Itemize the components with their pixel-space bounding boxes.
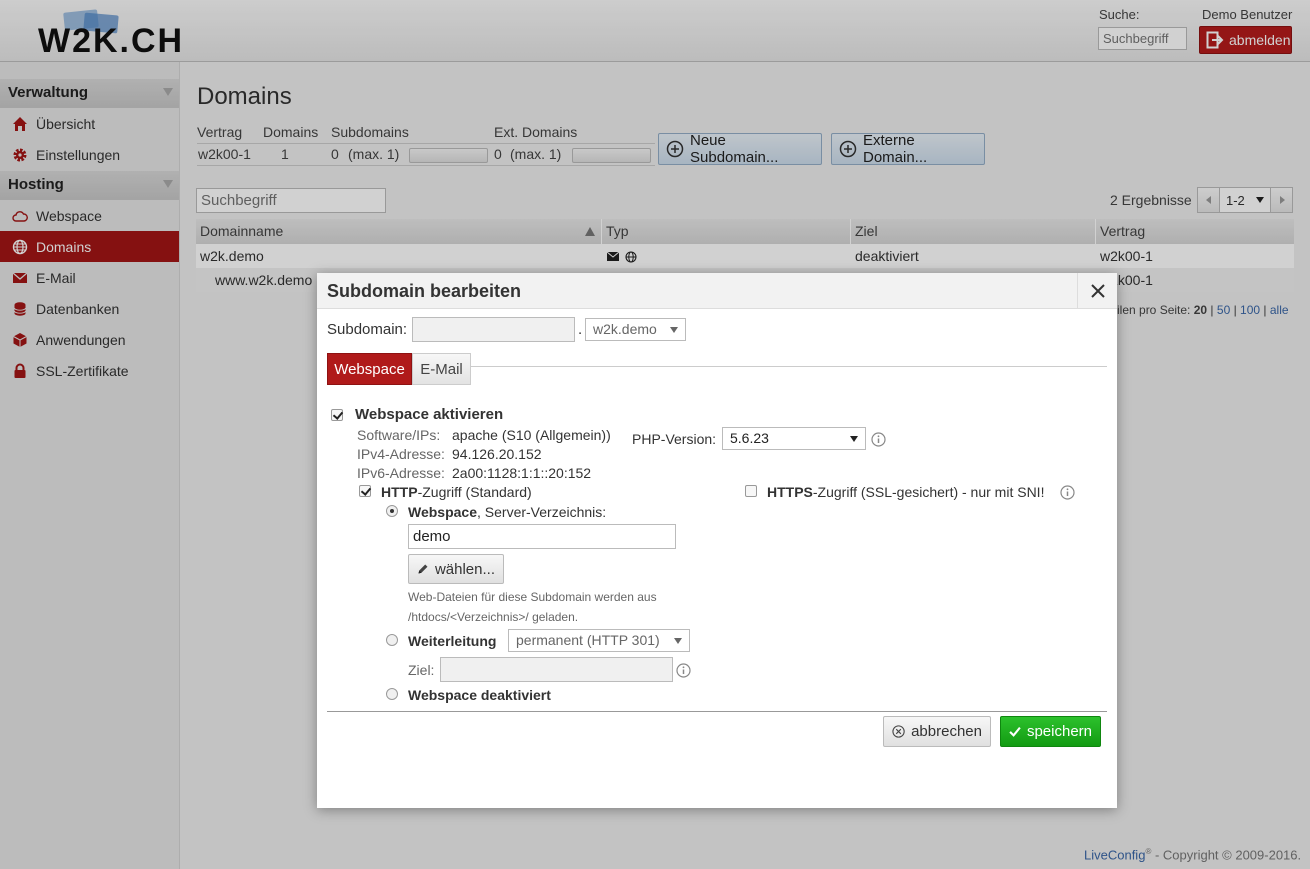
save-button[interactable]: speichern xyxy=(1000,716,1101,747)
target-input[interactable] xyxy=(440,657,673,682)
directory-input[interactable] xyxy=(408,524,676,549)
subdomain-dialog: Subdomain bearbeiten Subdomain: . w2k.de… xyxy=(317,273,1117,808)
ipv4-value: 94.126.20.152 xyxy=(452,446,542,462)
target-label: Ziel: xyxy=(408,662,435,678)
tab-label: E-Mail xyxy=(420,360,463,378)
php-version-value: 5.6.23 xyxy=(730,430,769,446)
webspace-deactivated-radio[interactable] xyxy=(386,688,398,700)
https-access-checkbox[interactable] xyxy=(745,485,757,497)
cancel-circle-icon xyxy=(892,725,905,738)
ipv4-label: IPv4-Adresse: xyxy=(357,446,445,462)
chevron-down-icon xyxy=(674,638,682,644)
http-label-rest: -Zugriff (Standard) xyxy=(417,484,532,500)
software-label: Software/IPs: xyxy=(357,427,441,443)
redirect-type-value: permanent (HTTP 301) xyxy=(516,632,660,648)
https-label-bold: HTTPS xyxy=(767,484,813,500)
webspace-enable-checkbox[interactable] xyxy=(331,409,343,421)
pencil-icon xyxy=(418,564,428,574)
php-version-label: PHP-Version: xyxy=(632,431,717,447)
php-version-select[interactable]: 5.6.23 xyxy=(722,427,866,450)
ipv6-value: 2a00:1128:1:1::20:152 xyxy=(452,465,592,481)
https-access-label: HTTPS-Zugriff (SSL-gesichert) - nur mit … xyxy=(767,484,1044,500)
http-access-checkbox[interactable] xyxy=(359,485,371,497)
dialog-title: Subdomain bearbeiten xyxy=(327,281,522,301)
webspace-radio-rest: , Server-Verzeichnis: xyxy=(477,504,607,520)
info-icon[interactable] xyxy=(871,432,886,447)
checkmark-icon xyxy=(1009,726,1021,737)
directory-help-line2: /htdocs/<Verzeichnis>/ geladen. xyxy=(408,610,579,624)
close-button[interactable] xyxy=(1077,273,1117,309)
directory-help-line1: Web-Dateien für diese Subdomain werden a… xyxy=(408,590,657,604)
button-label: abbrechen xyxy=(911,723,982,740)
webspace-enable-label: Webspace aktivieren xyxy=(355,406,504,423)
subdomain-input[interactable] xyxy=(412,317,575,342)
domain-select[interactable]: w2k.demo xyxy=(585,318,686,341)
tab-webspace[interactable]: Webspace xyxy=(327,353,412,385)
close-icon xyxy=(1090,284,1105,298)
button-label: speichern xyxy=(1026,723,1092,740)
tab-label: Webspace xyxy=(334,360,405,378)
info-icon[interactable] xyxy=(1060,485,1075,500)
http-label-bold: HTTP xyxy=(381,484,418,500)
http-access-label: HTTP-Zugriff (Standard) xyxy=(381,484,532,500)
ipv6-label: IPv6-Adresse: xyxy=(357,465,445,481)
tab-email[interactable]: E-Mail xyxy=(412,353,471,385)
info-icon[interactable] xyxy=(676,663,691,678)
domain-select-value: w2k.demo xyxy=(593,321,657,337)
https-label-rest: -Zugriff (SSL-gesichert) - nur mit SNI! xyxy=(812,484,1045,500)
software-value: apache (S10 (Allgemein)) xyxy=(452,427,611,443)
redirect-radio[interactable] xyxy=(386,634,398,646)
button-label: wählen... xyxy=(434,560,495,578)
chevron-down-icon xyxy=(850,436,858,442)
dialog-header: Subdomain bearbeiten xyxy=(317,273,1117,309)
redirect-type-select[interactable]: permanent (HTTP 301) xyxy=(508,629,690,652)
redirect-label: Weiterleitung xyxy=(408,633,497,649)
chevron-down-icon xyxy=(670,327,678,333)
webspace-deactivated-label: Webspace deaktiviert xyxy=(408,687,551,703)
choose-directory-button[interactable]: wählen... xyxy=(408,554,504,584)
subdomain-dot: . xyxy=(578,321,583,338)
webspace-radio[interactable] xyxy=(386,505,398,517)
cancel-button[interactable]: abbrechen xyxy=(883,716,991,747)
webspace-radio-bold: Webspace xyxy=(408,504,477,520)
webspace-radio-label: Webspace, Server-Verzeichnis: xyxy=(408,504,606,520)
subdomain-label: Subdomain: xyxy=(327,321,408,338)
